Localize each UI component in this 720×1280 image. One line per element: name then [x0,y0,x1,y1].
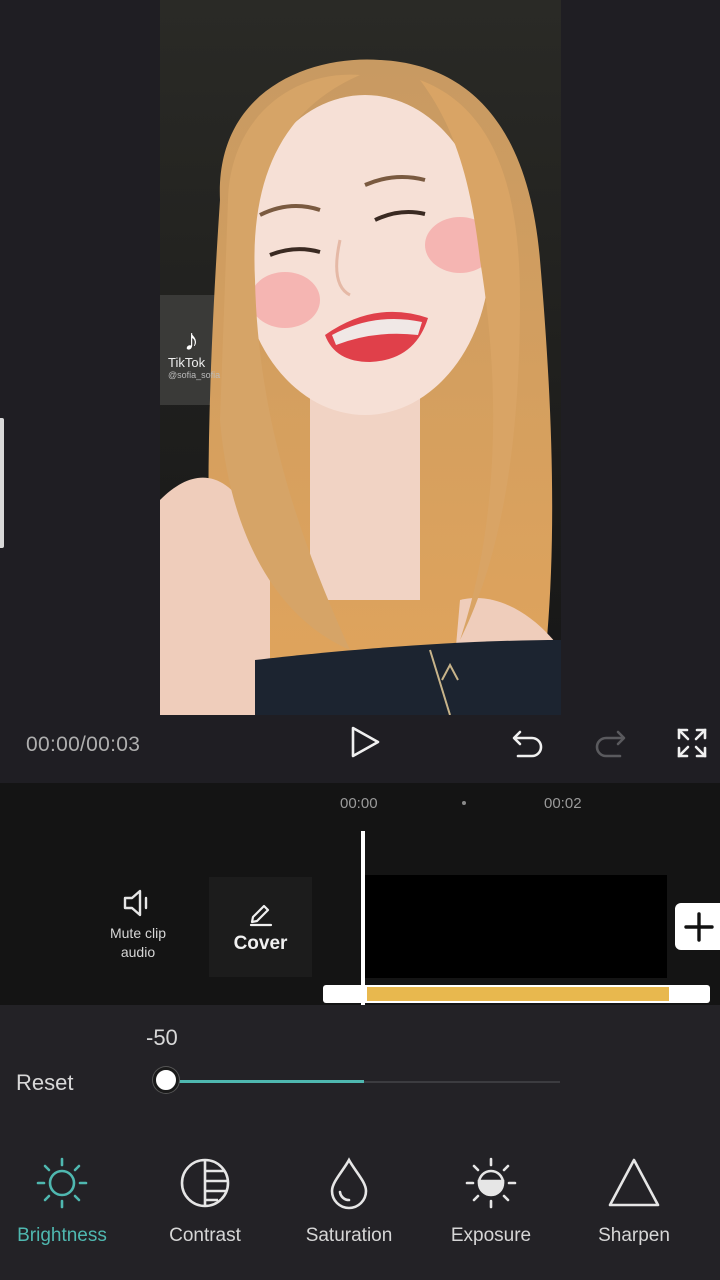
tool-saturation[interactable]: Saturation [279,1155,419,1247]
cover-button[interactable]: Cover [209,877,312,977]
cover-label: Cover [233,933,288,954]
reset-button[interactable]: Reset [16,1070,73,1096]
drawer-handle[interactable] [0,418,4,548]
mute-label-line1: Mute clip [109,925,167,941]
timeline-tick-start: 00:00 [340,795,378,812]
tool-label-saturation: Saturation [305,1225,393,1246]
timeline-tick-mid: 00:02 [544,795,582,812]
add-clip-button[interactable] [675,903,720,950]
tool-label-contrast: Contrast [169,1225,241,1246]
undo-icon[interactable] [510,726,546,760]
audio-clip[interactable] [367,987,669,1001]
tool-exposure[interactable]: Exposure [421,1155,561,1247]
tool-label-exposure: Exposure [450,1225,532,1246]
tool-sharpen[interactable]: Sharpen [564,1155,704,1247]
tiktok-watermark: ♪ TikTok @sofia_sofia [168,324,248,381]
tool-label-sharpen: Sharpen [598,1225,670,1246]
tiktok-logo-icon: ♪ [184,324,199,357]
fullscreen-icon[interactable] [675,726,709,760]
watermark-handle: @sofia_sofia [168,370,221,380]
sun-icon [36,1157,88,1209]
play-icon[interactable] [348,725,382,759]
tool-brightness[interactable]: Brightness [0,1155,132,1247]
droplet-icon [330,1157,368,1210]
pencil-icon [249,904,272,927]
tool-contrast[interactable]: Contrast [135,1155,275,1247]
contrast-icon [180,1158,230,1208]
redo-icon[interactable] [592,726,628,760]
video-frame[interactable]: ♪ TikTok @sofia_sofia [160,0,561,715]
playhead[interactable] [361,831,365,1006]
mute-clip-audio-button[interactable]: Mute clip audio [96,886,180,978]
speaker-icon [123,889,148,917]
mute-label-line2: audio [120,944,156,960]
adjust-slider-fill [168,1080,364,1083]
watermark-text: TikTok [168,355,206,370]
plus-icon [684,912,714,942]
timeline-tick-dot [462,801,466,805]
slider-value-label: -50 [146,1025,178,1050]
adjust-slider-knob[interactable] [153,1067,179,1093]
tool-label-brightness: Brightness [17,1225,107,1246]
triangle-icon [608,1158,660,1207]
video-clip-thumbnail[interactable] [365,875,667,978]
timecode-readout: 00:00/00:03 [26,733,141,756]
exposure-icon [465,1157,517,1209]
